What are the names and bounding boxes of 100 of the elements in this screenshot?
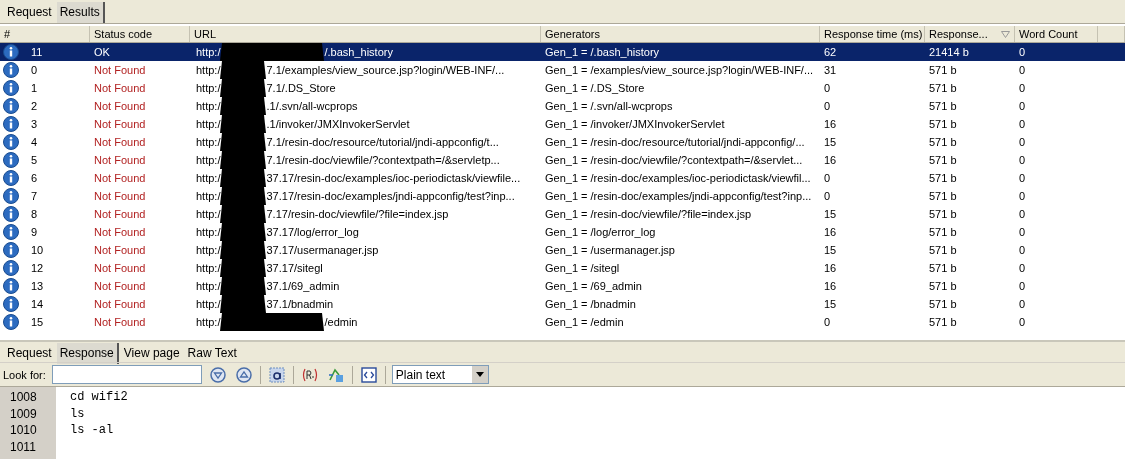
- table-cell-text: 31: [823, 64, 838, 76]
- redaction-mark: [220, 97, 267, 115]
- table-cell-text: 0: [823, 190, 832, 202]
- line-number: 1010: [9, 423, 38, 439]
- redaction-mark: [220, 79, 267, 97]
- info-icon: [3, 278, 19, 294]
- table-cell: http:/: [196, 136, 221, 148]
- table-cell: /69_admin: [287, 280, 340, 292]
- find-next-button[interactable]: [207, 364, 228, 385]
- table-cell-text: 0: [1018, 190, 1027, 202]
- table-cell-text: 571 b: [928, 190, 958, 202]
- table-cell: /resin-doc/resource/tutorial/jndi-appconfig/t...: [281, 136, 499, 148]
- table-cell: .1: [266, 118, 276, 130]
- table-cell: 7.17: [266, 208, 288, 220]
- match-case-button[interactable]: [266, 364, 287, 385]
- table-cell-text: 0: [1018, 100, 1027, 112]
- table-cell-text: 571 b: [928, 82, 958, 94]
- info-icon: [3, 44, 19, 60]
- table-cell-text: Gen_1 = /resin-doc/resource/tutorial/jndi-appconfig/...: [544, 136, 806, 148]
- table-cell: http:/: [196, 298, 221, 310]
- table-cell-text: 15: [823, 208, 838, 220]
- table-cell: http:/: [196, 316, 221, 328]
- table-cell: /.DS_Store: [281, 82, 336, 94]
- table-cell: 8: [31, 208, 38, 220]
- info-icon: [3, 134, 19, 150]
- column-header[interactable]: Status code: [90, 26, 190, 42]
- table-cell-text: 16: [823, 118, 838, 130]
- table-cell-text: Gen_1 = /usermanager.jsp: [544, 244, 676, 256]
- table-cell-text: Gen_1 = /invoker/JMXInvokerServlet: [544, 118, 726, 130]
- table-cell: http:/: [196, 172, 221, 184]
- tab[interactable]: View page: [120, 343, 183, 364]
- table-cell: /edmin: [324, 316, 358, 328]
- table-cell-text: 0: [1018, 154, 1027, 166]
- table-cell: /usermanager.jsp: [294, 244, 379, 256]
- table-cell-text: Gen_1 = /examples/view_source.jsp?login/WEB-INF/...: [544, 64, 815, 76]
- table-cell: 11: [31, 46, 43, 58]
- table-cell: http:/: [196, 118, 221, 130]
- table-cell-text: 21414 b: [928, 46, 970, 58]
- table-cell-text: OK: [93, 46, 111, 58]
- table-cell-text: 571 b: [928, 172, 958, 184]
- table-cell-text: 0: [1018, 46, 1027, 58]
- table-cell-text: 571 b: [928, 118, 958, 130]
- table-cell: /resin-doc/viewfile/?contextpath=/&servletp...: [281, 154, 500, 166]
- redaction-mark: [220, 169, 267, 187]
- table-cell: http:/: [196, 64, 221, 76]
- table-cell: http:/: [196, 226, 221, 238]
- table-cell-text: 571 b: [928, 154, 958, 166]
- table-cell-text: 571 b: [928, 316, 958, 328]
- letter-a-icon: [268, 366, 285, 383]
- info-icon: [3, 260, 19, 276]
- tab[interactable]: Request: [4, 2, 55, 23]
- table-cell-text: 16: [823, 262, 838, 274]
- info-icon: [3, 98, 19, 114]
- table-cell: /sitegl: [294, 262, 323, 274]
- table-cell-text: 15: [823, 136, 838, 148]
- column-header[interactable]: Response...: [925, 26, 1015, 42]
- column-header[interactable]: Response time (ms): [820, 26, 925, 42]
- column-header[interactable]: URL: [190, 26, 541, 42]
- table-cell-text: Not Found: [93, 118, 147, 130]
- info-icon: [3, 80, 19, 96]
- find-previous-button[interactable]: [233, 364, 254, 385]
- table-cell-text: Not Found: [93, 262, 147, 274]
- table-cell-text: Not Found: [93, 136, 147, 148]
- table-cell-text: 0: [1018, 172, 1027, 184]
- table-cell-text: 0: [1018, 262, 1027, 274]
- table-cell: 37.17: [266, 244, 294, 256]
- table-cell-text: 571 b: [928, 262, 958, 274]
- table-cell: 6: [31, 172, 38, 184]
- redaction-mark: [220, 205, 267, 223]
- format-dropdown[interactable]: Plain text: [391, 365, 489, 384]
- info-icon: [3, 206, 19, 222]
- table-cell: 12: [31, 262, 44, 274]
- code-view-button[interactable]: [358, 364, 379, 385]
- result-row[interactable]: 11 OK http:/ /.bash_history Gen_1 = /.bash_history 62 21414 b 0: [0, 43, 1125, 61]
- column-header[interactable]: #: [0, 26, 90, 42]
- table-cell-text: Gen_1 = /edmin: [544, 316, 625, 328]
- redaction-mark: [220, 187, 267, 205]
- tab[interactable]: Response: [56, 343, 119, 364]
- column-header[interactable]: Generators: [541, 26, 820, 42]
- table-cell-text: Not Found: [93, 226, 147, 238]
- table-cell: /resin-doc/examples/jndi-appconfig/test?inp...: [294, 190, 515, 202]
- table-cell-text: Not Found: [93, 280, 147, 292]
- tab[interactable]: Raw Text: [184, 343, 240, 364]
- redaction-mark: [220, 151, 267, 169]
- code-line: ls: [70, 406, 86, 423]
- table-cell: http:/: [196, 262, 221, 274]
- redaction-mark: [220, 223, 267, 241]
- table-cell-text: 0: [823, 316, 832, 328]
- search-field[interactable]: [51, 365, 202, 384]
- table-cell-text: Gen_1 = /sitegl: [544, 262, 621, 274]
- table-cell: 37.1: [266, 280, 288, 292]
- tab[interactable]: Request: [4, 343, 55, 364]
- table-cell: 7.1: [266, 154, 282, 166]
- table-cell: 37.17: [266, 172, 294, 184]
- column-header[interactable]: Word Count: [1015, 26, 1098, 42]
- table-cell: /resin-doc/viewfile/?file=index.jsp: [287, 208, 449, 220]
- tab[interactable]: Results: [56, 2, 105, 23]
- table-cell-text: Not Found: [93, 100, 147, 112]
- table-cell: 13: [31, 280, 44, 292]
- table-cell-text: 571 b: [928, 226, 958, 238]
